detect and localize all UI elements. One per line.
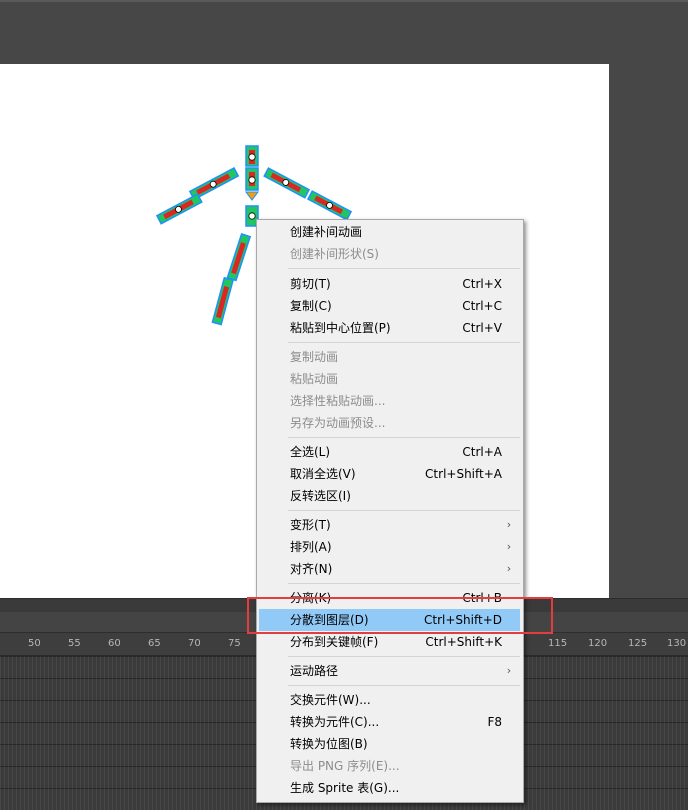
menu-item-motion-path[interactable]: 运动路径 › — [259, 660, 520, 682]
ruler-tick: 50 — [28, 638, 41, 649]
menu-separator — [288, 342, 520, 343]
chevron-right-icon: › — [506, 540, 512, 553]
menu-item-create-motion-tween[interactable]: 创建补间动画 — [259, 221, 520, 243]
menu-item-generate-sprite-sheet[interactable]: 生成 Sprite 表(G)... — [259, 777, 520, 799]
menu-item-paste-motion-special: 选择性粘贴动画... — [290, 394, 386, 408]
context-menu: 创建补间动画 创建补间形状(S) 剪切(T) Ctrl+X 复制(C) Ctrl+C… — [256, 219, 524, 803]
menu-separator — [288, 656, 520, 657]
menu-item-distribute-to-keyframes[interactable]: 分布到关键帧(F) Ctrl+Shift+K — [259, 631, 520, 653]
ruler-tick: 55 — [68, 638, 81, 649]
menu-item-deselect-all[interactable]: 取消全选(V) Ctrl+Shift+A — [259, 463, 520, 485]
menu-separator — [288, 510, 520, 511]
ruler-tick: 125 — [628, 638, 648, 649]
ruler-tick: 65 — [148, 638, 161, 649]
chevron-right-icon: › — [506, 664, 512, 677]
menu-item-export-png-sequence: 导出 PNG 序列(E)... — [290, 759, 400, 773]
menu-item-cut[interactable]: 剪切(T) Ctrl+X — [259, 273, 520, 295]
menu-separator — [288, 437, 520, 438]
window-top-edge — [0, 0, 688, 2]
menu-item-paste-motion: 粘贴动画 — [290, 372, 339, 386]
menu-separator — [288, 583, 520, 584]
menu-item-invert-selection[interactable]: 反转选区(I) — [259, 485, 520, 507]
menu-item-copy[interactable]: 复制(C) Ctrl+C — [259, 295, 520, 317]
menu-separator — [288, 685, 520, 686]
menu-item-arrange[interactable]: 排列(A) › — [259, 536, 520, 558]
menu-item-swap-symbol[interactable]: 交换元件(W)... — [259, 689, 520, 711]
menu-item-transform[interactable]: 变形(T) › — [259, 514, 520, 536]
menu-item-copy-motion: 复制动画 — [290, 350, 339, 364]
chevron-right-icon: › — [506, 518, 512, 531]
ruler-tick: 60 — [108, 638, 121, 649]
menu-item-paste-center[interactable]: 粘贴到中心位置(P) Ctrl+V — [259, 317, 520, 339]
chevron-right-icon: › — [506, 562, 512, 575]
menu-item-save-motion-preset: 另存为动画预设... — [290, 416, 386, 430]
ruler-tick: 130 — [667, 638, 687, 649]
ruler-tick: 120 — [588, 638, 608, 649]
ruler-tick: 115 — [548, 638, 568, 649]
menu-item-convert-to-bitmap[interactable]: 转换为位图(B) — [259, 733, 520, 755]
menu-item-align[interactable]: 对齐(N) › — [259, 558, 520, 580]
annotation-highlight-box — [247, 597, 553, 634]
menu-item-convert-to-symbol[interactable]: 转换为元件(C)... F8 — [259, 711, 520, 733]
menu-item-create-shape-tween: 创建补间形状(S) — [290, 247, 379, 261]
ruler-tick: 75 — [228, 638, 241, 649]
menu-item-select-all[interactable]: 全选(L) Ctrl+A — [259, 441, 520, 463]
menu-separator — [288, 268, 520, 269]
ruler-tick: 70 — [188, 638, 201, 649]
